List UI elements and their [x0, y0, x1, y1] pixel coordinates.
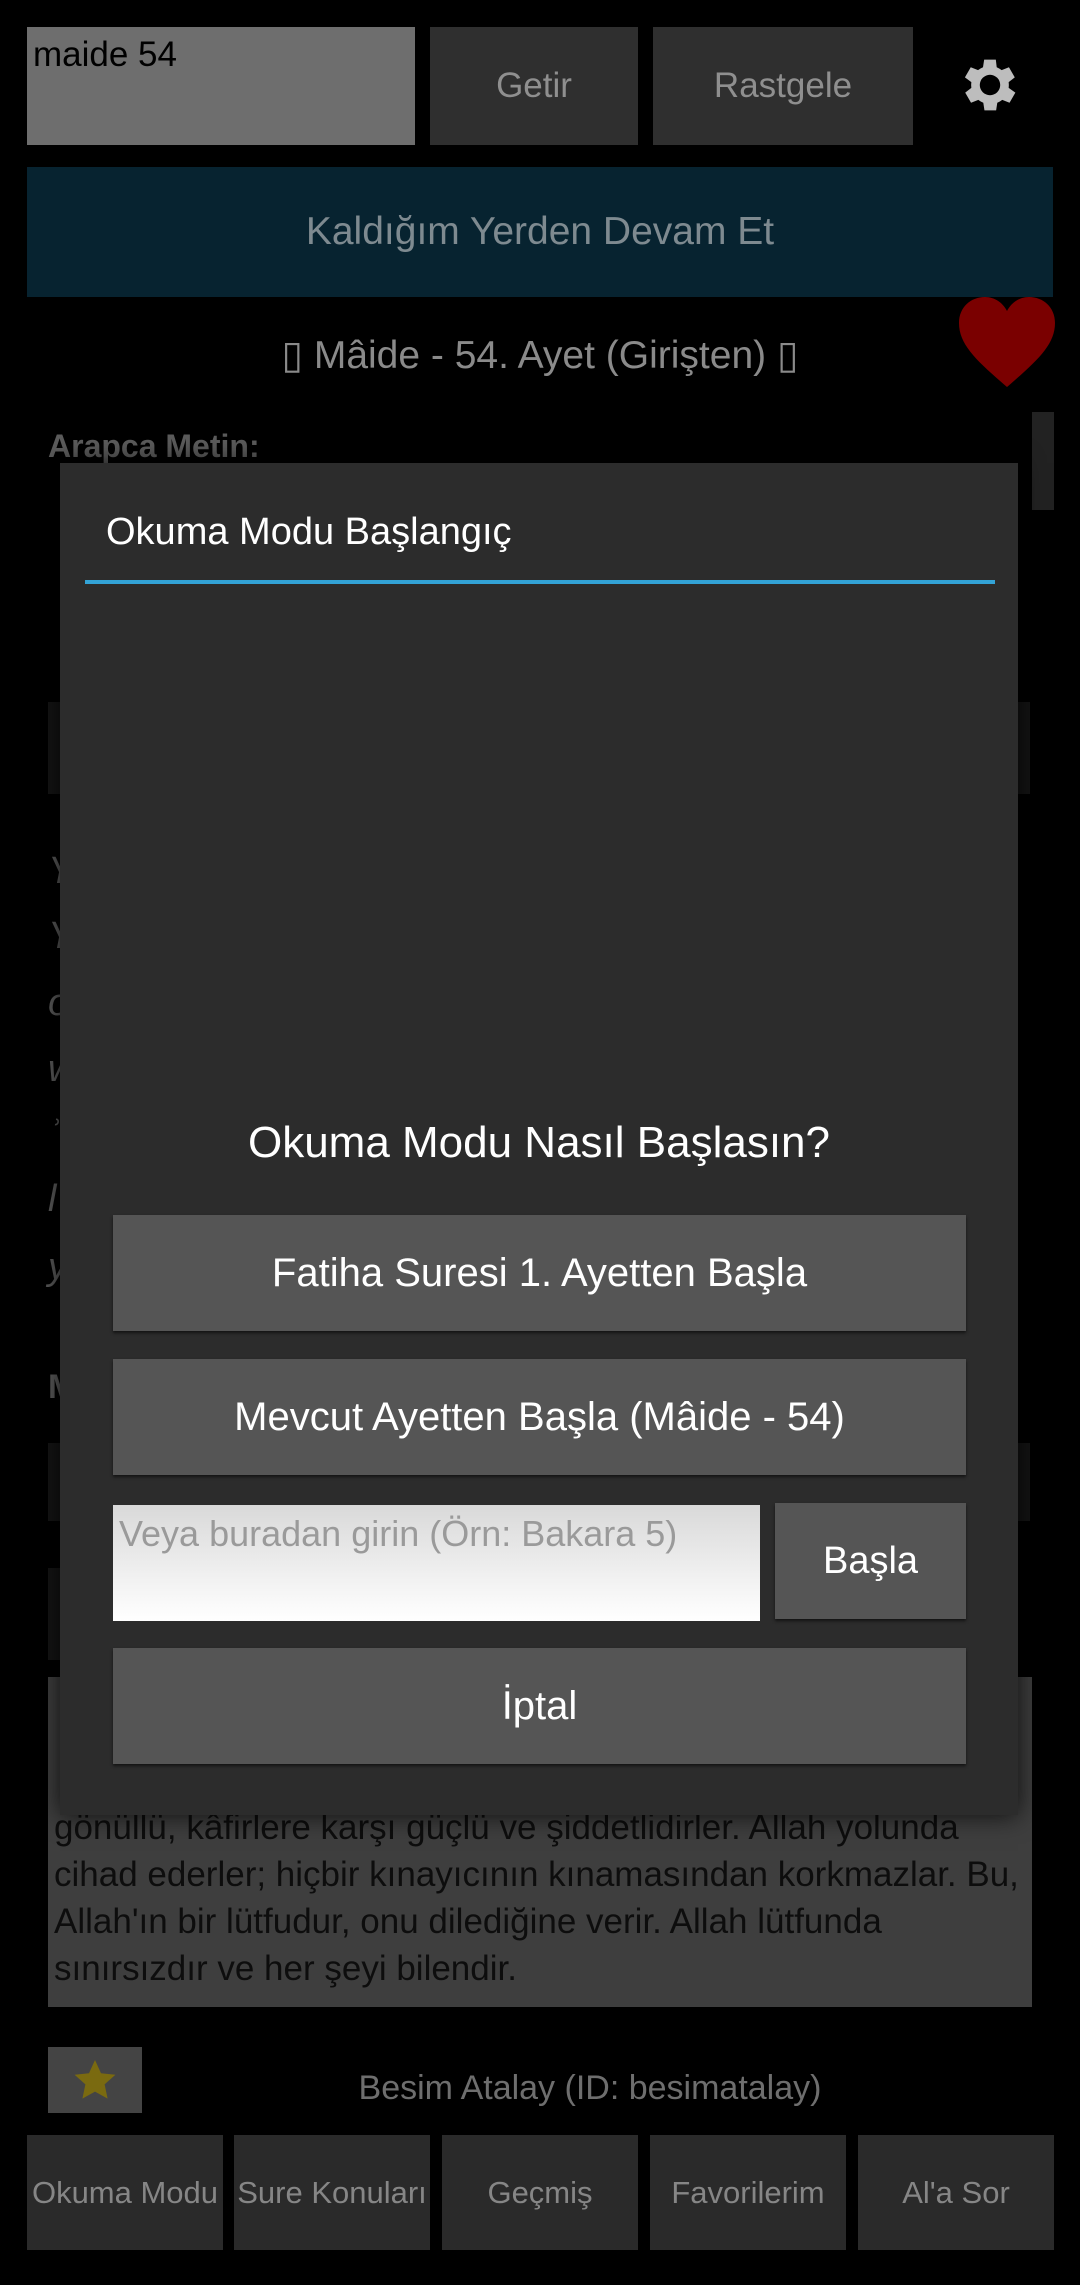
verse-input[interactable]: Veya buradan girin (Örn: Bakara 5)	[113, 1505, 760, 1621]
dialog-title: Okuma Modu Başlangıç	[106, 511, 512, 553]
start-current-verse-button[interactable]: Mevcut Ayetten Başla (Mâide - 54)	[113, 1359, 966, 1475]
start-button[interactable]: Başla	[775, 1503, 966, 1619]
start-fatiha-button[interactable]: Fatiha Suresi 1. Ayetten Başla	[113, 1215, 966, 1331]
dialog-title-divider	[85, 580, 995, 584]
dialog-question: Okuma Modu Nasıl Başlasın?	[247, 1118, 831, 1167]
reading-mode-dialog: Okuma Modu Başlangıç Okuma Modu Nasıl Ba…	[60, 463, 1018, 1815]
cancel-button[interactable]: İptal	[113, 1648, 966, 1764]
